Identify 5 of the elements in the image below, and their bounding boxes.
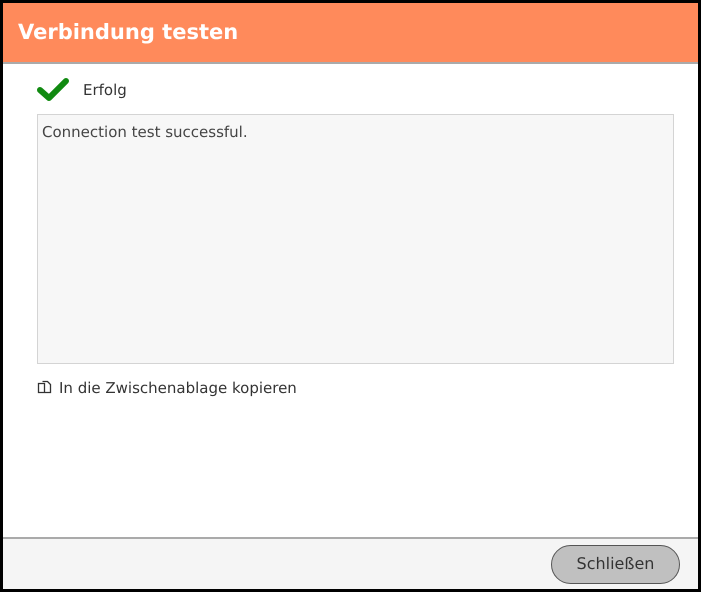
copy-link[interactable]: In die Zwischenablage kopieren — [37, 377, 297, 400]
output-field[interactable]: Connection test successful. — [37, 114, 674, 364]
dialog-title: Verbindung testen — [18, 20, 238, 46]
status-label: Erfolg — [83, 80, 127, 101]
close-button[interactable]: Schließen — [551, 544, 680, 584]
